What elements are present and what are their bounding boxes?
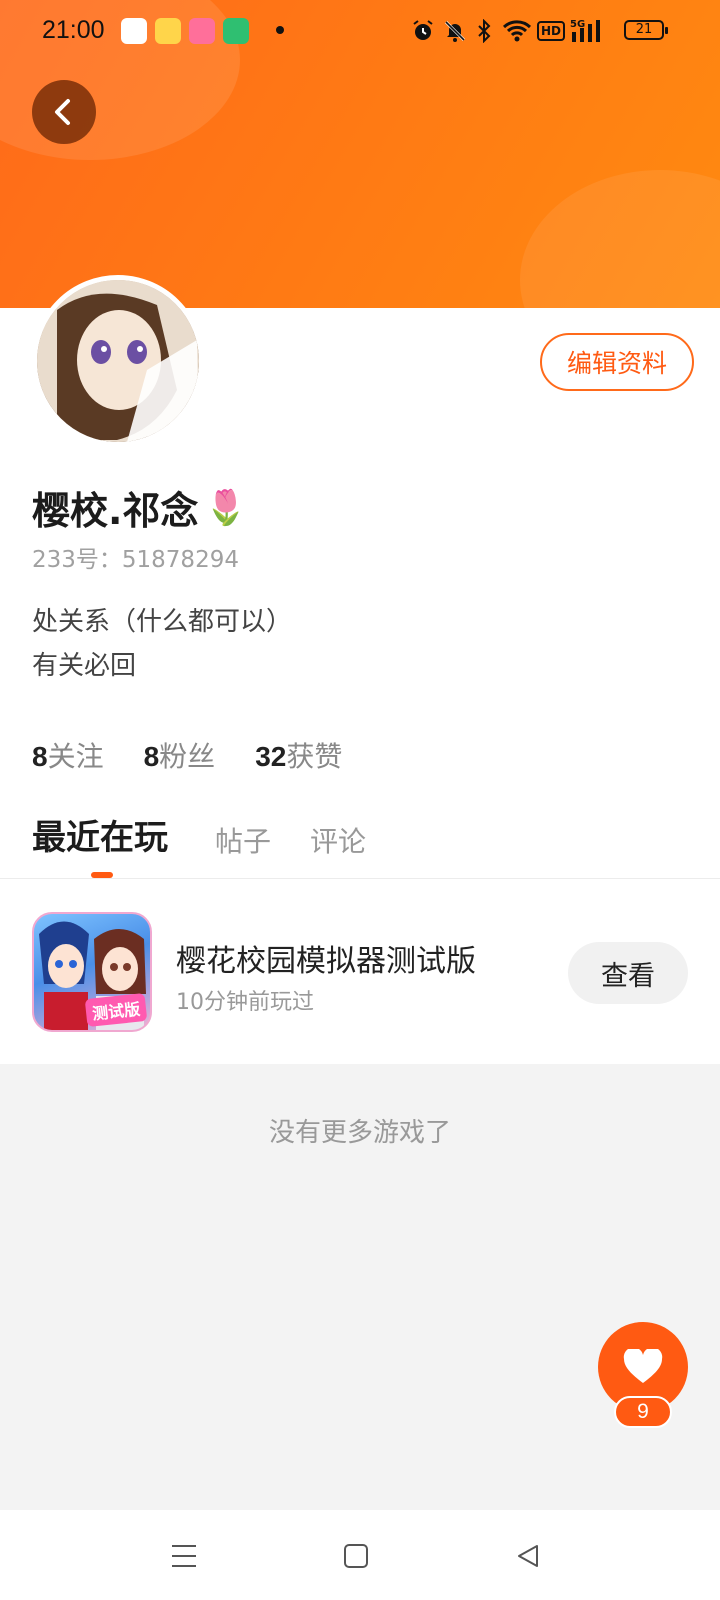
profile-stats: 8关注 8粉丝 32获赞 <box>32 735 342 775</box>
likes-label: 获赞 <box>286 740 343 773</box>
novel-app-notification-icon <box>223 18 249 44</box>
likes-stat: 32获赞 <box>255 735 342 775</box>
bio: 处关系（什么都可以） 有关必回 <box>32 600 292 688</box>
profile-tabs: 最近在玩 帖子 评论 <box>0 810 720 879</box>
avatar[interactable] <box>32 275 204 447</box>
username-text: 樱校.祁念 <box>32 489 199 533</box>
tulip-emoji-icon: 🌷 <box>204 487 247 528</box>
signal-icon: 5G <box>570 18 606 44</box>
game-last-played: 10分钟前玩过 <box>176 990 314 1015</box>
no-more-games-text: 没有更多游戏了 <box>268 1118 451 1148</box>
following-label: 关注 <box>47 740 104 773</box>
tab-recent-games[interactable]: 最近在玩 <box>32 810 168 859</box>
edit-profile-button[interactable]: 编辑资料 <box>540 333 694 391</box>
back-nav-button[interactable] <box>504 1532 552 1580</box>
back-triangle-icon <box>518 1545 538 1567</box>
weibo-notification-icon <box>155 18 181 44</box>
like-count-badge: 9 <box>614 1396 672 1428</box>
battery-icon: 21 <box>624 20 668 40</box>
menu-icon <box>172 1545 196 1567</box>
bluetooth-icon <box>474 18 494 44</box>
back-button[interactable] <box>32 80 96 144</box>
home-square-icon <box>344 1544 368 1568</box>
following-stat[interactable]: 8关注 <box>32 735 104 775</box>
tab-posts[interactable]: 帖子 <box>215 820 271 860</box>
chevron-left-icon <box>55 99 70 125</box>
app-notification-icon <box>121 18 147 44</box>
home-nav-button[interactable] <box>332 1532 380 1580</box>
username: 樱校.祁念 🌷 <box>32 480 247 535</box>
hd-icon: HD <box>537 18 566 44</box>
heart-icon <box>623 1349 663 1383</box>
list-item[interactable]: 测试版 樱花校园模拟器测试版 10分钟前玩过 查看 <box>0 880 720 1060</box>
game-icon: 测试版 <box>32 912 152 1032</box>
game-title: 樱花校园模拟器测试版 <box>176 944 476 979</box>
system-nav-bar <box>0 1510 720 1600</box>
app-notification-icon <box>189 18 215 44</box>
status-time: 21:00 <box>42 16 105 44</box>
alarm-icon <box>410 18 436 44</box>
more-notifications-icon <box>276 26 284 34</box>
bio-line: 处关系（什么都可以） <box>32 607 293 637</box>
followers-stat[interactable]: 8粉丝 <box>144 735 216 775</box>
active-tab-indicator <box>91 872 113 878</box>
wifi-icon <box>502 18 532 44</box>
banner-decoration <box>520 170 720 308</box>
followers-label: 粉丝 <box>159 740 216 773</box>
likes-count: 32 <box>255 741 287 772</box>
bio-line: 有关必回 <box>32 651 137 681</box>
tab-comments[interactable]: 评论 <box>310 820 366 860</box>
mute-icon <box>442 18 468 44</box>
menu-nav-button[interactable] <box>160 1532 208 1580</box>
following-count: 8 <box>32 741 48 772</box>
status-bar: 21:00 HD 5G 21 <box>0 0 720 64</box>
view-game-button[interactable]: 查看 <box>568 942 688 1004</box>
followers-count: 8 <box>143 741 160 772</box>
user-id: 233号：51878294 <box>32 547 239 573</box>
